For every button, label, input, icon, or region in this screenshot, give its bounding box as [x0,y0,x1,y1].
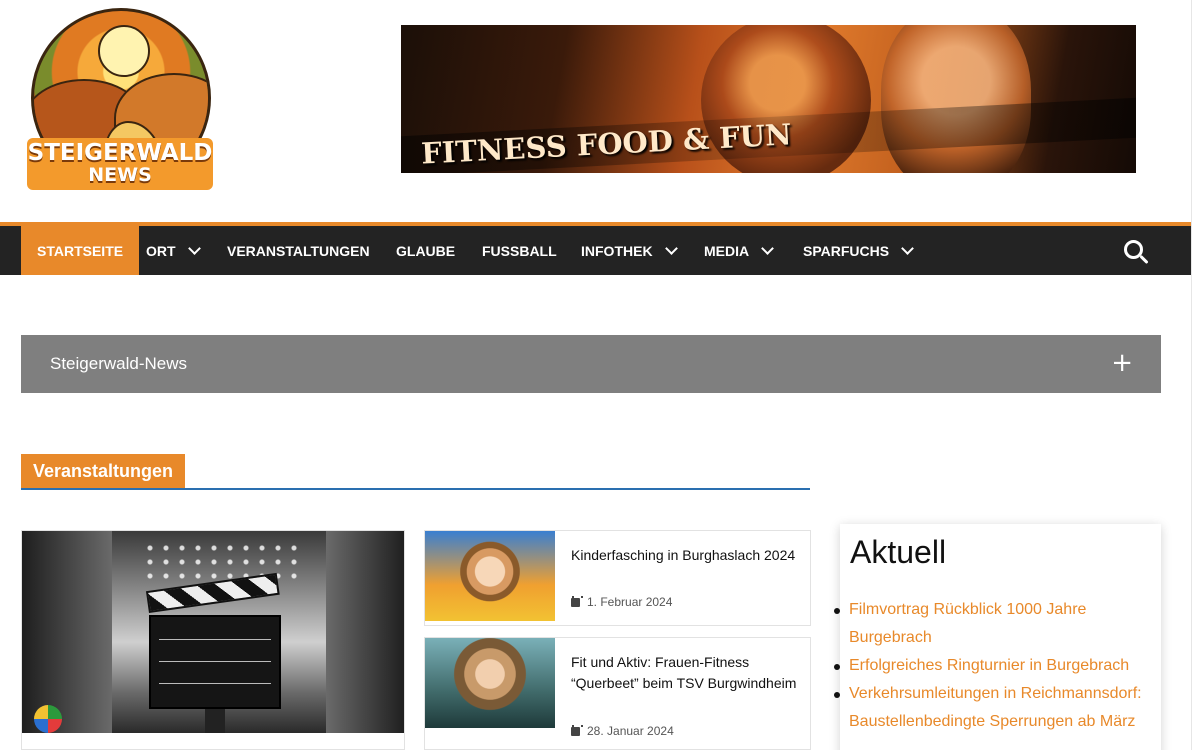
list-item[interactable]: Erfolgreiches Ringturnier in Burgebrach [834,652,1154,680]
post-card[interactable]: Fit und Aktiv: Frauen-Fitness “Querbeet”… [424,637,811,750]
calendar-icon [571,595,583,607]
section-title[interactable]: Veranstaltungen [21,454,186,488]
recent-post-link[interactable]: Filmvortrag Rückblick 1000 Jahre Burgebr… [849,601,1086,646]
post-date-text: 28. Januar 2024 [587,724,674,738]
image-building [326,531,404,733]
nav-item-glaube[interactable]: GLAUBE [396,226,455,275]
post-title[interactable]: Fit und Aktiv: Frauen-Fitness “Querbeet”… [571,652,801,694]
logo-text-line2: NEWS [88,164,152,186]
post-thumbnail[interactable] [425,531,555,621]
nav-item-infothek[interactable]: INFOTHEK [581,226,678,275]
nav-item-label: SPARFUCHS [803,242,890,259]
tripod-stand [205,709,225,733]
nav-item-startseite[interactable]: STARTSEITE [21,226,140,275]
nav-item-veranstaltungen[interactable]: VERANSTALTUNGEN [227,226,370,275]
chevron-down-icon [664,241,678,255]
nav-item-label: GLAUBE [396,242,456,259]
clapperboard-image [145,572,281,709]
search-icon[interactable] [1122,238,1150,266]
site-logo[interactable]: STEIGERWALD NEWS [27,8,213,190]
nav-item-label: INFOTHEK [581,242,653,259]
nav-item-ort[interactable]: ORT [146,226,201,275]
page-edge-divider [1191,0,1192,750]
nav-item-fussball[interactable]: FUSSBALL [482,226,557,275]
featured-post[interactable] [21,530,405,750]
widget-title: Aktuell [850,534,947,570]
recent-post-link[interactable]: Erfolgreiches Ringturnier in Burgebrach [849,657,1129,674]
featured-post-image[interactable] [22,531,404,733]
accordion-title: Steigerwald-News [50,354,187,373]
main-navigation: STARTSEITE ORT VERANSTALTUNGEN GLAUBE FU… [0,222,1191,275]
clapperboard-line [159,683,271,684]
nav-item-label: MEDIA [704,242,750,259]
post-date[interactable]: 1. Februar 2024 [571,595,672,609]
nav-item-label: ORT [146,242,176,259]
search-icon-handle [1139,254,1149,265]
nav-item-label: FUSSBALL [482,242,557,259]
post-card[interactable]: Kinderfasching in Burghaslach 2024 1. Fe… [424,530,811,626]
chevron-down-icon [901,241,914,255]
logo-banner: STEIGERWALD NEWS [27,138,213,190]
calendar-icon [571,724,583,736]
chevron-down-icon [761,241,774,255]
image-lights [142,541,302,581]
aktuell-widget: Aktuell Filmvortrag Rückblick 1000 Jahre… [834,524,1161,750]
image-building [22,531,112,733]
advertisement-banner[interactable]: FITNESS FOOD & FUN [401,25,1136,173]
plus-icon[interactable]: + [1111,349,1133,377]
recent-posts-list: Filmvortrag Rückblick 1000 Jahre Burgebr… [834,596,1154,736]
post-title[interactable]: Kinderfasching in Burghaslach 2024 [571,545,801,566]
list-item[interactable]: Filmvortrag Rückblick 1000 Jahre Burgebr… [834,596,1154,652]
post-thumbnail[interactable] [425,638,555,728]
post-date[interactable]: 28. Januar 2024 [571,724,674,738]
post-date-text: 1. Februar 2024 [587,595,673,609]
category-badge-icon [34,705,62,733]
nav-item-sparfuchs[interactable]: SPARFUCHS [803,226,914,275]
clapperboard-line [159,639,271,640]
chevron-down-icon [187,241,201,255]
steigerwald-news-accordion[interactable]: Steigerwald-News + [21,335,1161,393]
nav-item-media[interactable]: MEDIA [704,226,774,275]
logo-text-line1: STEIGERWALD [27,140,213,166]
section-heading: Veranstaltungen [21,454,810,490]
clapperboard-body [149,615,281,709]
list-item[interactable]: Verkehrsumleitungen in Reichmannsdorf: B… [834,680,1154,736]
clapperboard-line [159,661,271,662]
ad-image-figure [881,25,1031,173]
nav-item-label: VERANSTALTUNGEN [227,242,370,259]
recent-post-link[interactable]: Verkehrsumleitungen in Reichmannsdorf: B… [849,685,1142,730]
logo-sun [98,25,150,77]
nav-item-label: STARTSEITE [37,242,124,259]
